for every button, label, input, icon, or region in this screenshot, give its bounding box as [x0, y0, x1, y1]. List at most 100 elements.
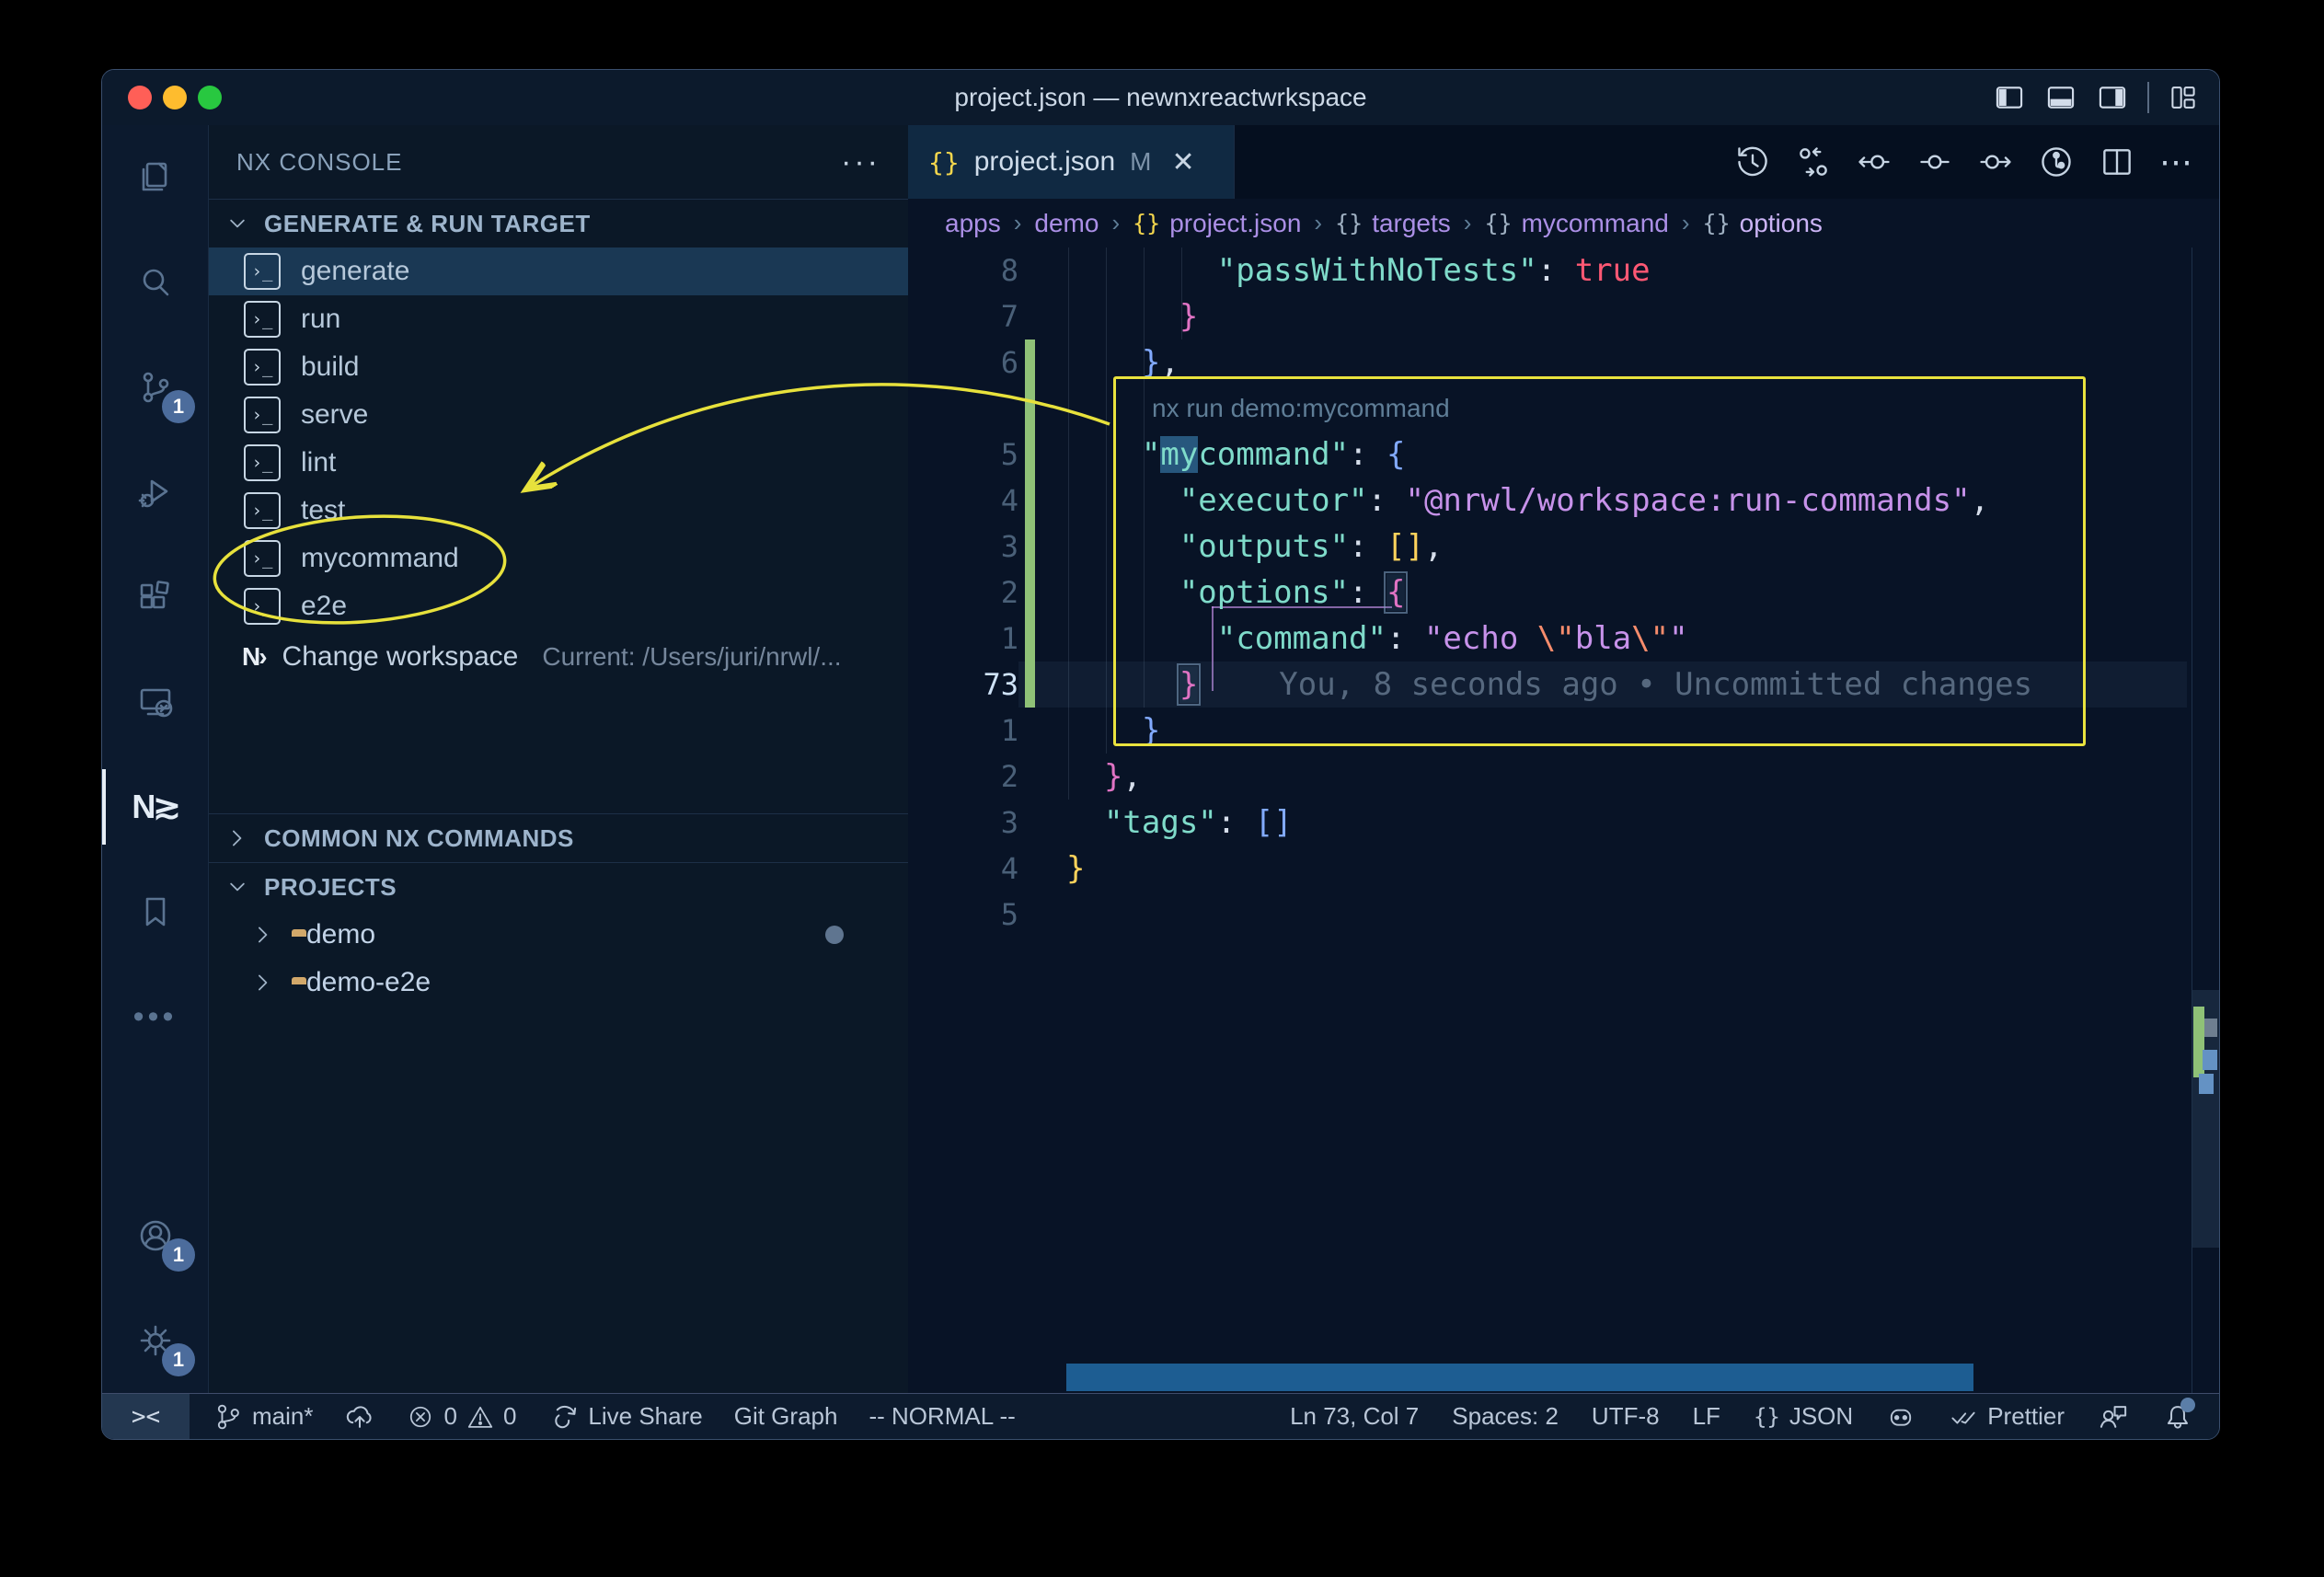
layout-panel-icon[interactable]: [2044, 81, 2077, 114]
line-number: 2: [926, 754, 1018, 800]
horizontal-scrollbar[interactable]: [1066, 1364, 1973, 1391]
activity-item-extensions[interactable]: [102, 545, 208, 650]
error-icon: [407, 1403, 434, 1431]
code-line: 7}: [908, 294, 2219, 340]
section-header-projects[interactable]: PROJECTS: [209, 863, 908, 911]
terminal-icon: ›_: [244, 253, 281, 290]
status-encoding[interactable]: UTF-8: [1592, 1402, 1660, 1431]
activity-item-more[interactable]: •••: [102, 964, 208, 1069]
target-item-serve[interactable]: ›_serve: [209, 391, 908, 439]
sidebar-more-icon[interactable]: ···: [841, 144, 880, 180]
status-indentation[interactable]: Spaces: 2: [1452, 1402, 1559, 1431]
badge: 1: [162, 1238, 195, 1272]
tab-close-icon[interactable]: ✕: [1171, 146, 1194, 178]
customize-layout-icon[interactable]: [2168, 82, 2199, 113]
activity-item-run-debug[interactable]: [102, 440, 208, 545]
window-title: project.json — newnxreactwrkspace: [102, 70, 2219, 125]
status-prettier[interactable]: Prettier: [1949, 1402, 2065, 1432]
sidebar-title: NX CONSOLE: [236, 148, 403, 177]
activity-bar: 1 N≳ ••• 1 1: [102, 125, 209, 1393]
section-header-common-nx-commands[interactable]: COMMON NX COMMANDS: [209, 814, 908, 862]
target-item-lint[interactable]: ›_lint: [209, 439, 908, 487]
commit-graph-icon[interactable]: [2038, 144, 2075, 180]
breadcrumb-item-targets[interactable]: {}targets: [1335, 209, 1451, 238]
terminal-icon: ›_: [244, 397, 281, 433]
code-line: 2},: [908, 754, 2219, 800]
tab-bar: {} project.json M ✕ ⋯: [908, 125, 2219, 199]
editor-group: {} project.json M ✕ ⋯ apps›demo›{}projec…: [908, 125, 2219, 1393]
activity-item-bookmarks[interactable]: [102, 859, 208, 964]
breadcrumb-label: demo: [1034, 209, 1099, 238]
status-vim-mode[interactable]: -- NORMAL --: [869, 1402, 1015, 1431]
common-nx-commands-section[interactable]: COMMON NX COMMANDS: [209, 814, 908, 862]
annotation-highlight-box: [1113, 376, 2086, 746]
overview-ruler-mark: [2203, 1050, 2217, 1070]
line-number: 4: [926, 478, 1018, 524]
layout-sidebar-left-icon[interactable]: [1993, 81, 2026, 114]
section-header-generate-run-target[interactable]: GENERATE & RUN TARGET: [209, 200, 908, 247]
activity-item-accounts[interactable]: 1: [102, 1183, 208, 1288]
layout-sidebar-right-icon[interactable]: [2096, 81, 2129, 114]
target-item-run[interactable]: ›_run: [209, 295, 908, 343]
target-item-build[interactable]: ›_build: [209, 343, 908, 391]
breadcrumb-item-mycommand[interactable]: {}mycommand: [1484, 209, 1668, 238]
target-item-e2e[interactable]: ›_e2e: [209, 582, 908, 630]
json-symbol-icon: {}: [1484, 210, 1512, 236]
code-area[interactable]: 8"passWithNoTests": true7}6},nx run demo…: [908, 247, 2219, 1393]
code-token: }: [1104, 758, 1122, 795]
change-workspace-button[interactable]: N›Change workspaceCurrent: /Users/juri/n…: [209, 630, 908, 684]
target-item-test[interactable]: ›_test: [209, 487, 908, 535]
code-token: "tags": [1104, 804, 1217, 841]
previous-change-icon[interactable]: [1856, 144, 1893, 180]
activity-item-explorer[interactable]: [102, 125, 208, 230]
breadcrumb-item-project-json[interactable]: {}project.json: [1133, 209, 1301, 238]
status-copilot[interactable]: [1886, 1402, 1916, 1432]
more-actions-icon[interactable]: ⋯: [2159, 143, 2195, 181]
status-git-graph[interactable]: Git Graph: [734, 1402, 838, 1431]
activity-item-settings[interactable]: 1: [102, 1288, 208, 1393]
separator: [2147, 82, 2149, 113]
breadcrumb-item-apps[interactable]: apps: [945, 209, 1001, 238]
project-item-demo[interactable]: demo: [209, 911, 908, 959]
status-language-mode[interactable]: {}JSON: [1754, 1402, 1853, 1431]
activity-item-source-control[interactable]: 1: [102, 335, 208, 440]
feedback-icon: [2098, 1401, 2129, 1433]
status-eol[interactable]: LF: [1693, 1402, 1720, 1431]
status-notifications[interactable]: [2162, 1401, 2193, 1433]
status-cursor-position[interactable]: Ln 73, Col 7: [1290, 1402, 1419, 1431]
vscode-window: project.json — newnxreactwrkspace 1 N≳ •••…: [101, 69, 2220, 1440]
target-label: e2e: [301, 591, 347, 622]
target-item-generate[interactable]: ›_generate: [209, 247, 908, 295]
chevron-right-icon: [249, 921, 277, 949]
status-label: 0: [443, 1402, 456, 1431]
split-editor-icon[interactable]: [2099, 144, 2135, 180]
project-label: demo: [306, 919, 375, 950]
activity-item-nx-console[interactable]: N≳: [102, 754, 208, 859]
breadcrumb-item-options[interactable]: {}options: [1703, 209, 1823, 238]
status-sync[interactable]: [344, 1401, 375, 1433]
remote-indicator[interactable]: ><: [102, 1394, 190, 1439]
activity-item-remote-explorer[interactable]: [102, 650, 208, 754]
workbench: 1 N≳ ••• 1 1 NX CONSOLE ··· GENERATE & RUN T…: [102, 125, 2219, 1393]
change-workspace-row[interactable]: N›Change workspaceCurrent: /Users/juri/n…: [209, 630, 908, 684]
breadcrumb-item-demo[interactable]: demo: [1034, 209, 1099, 238]
open-changes-icon[interactable]: [1795, 144, 1832, 180]
status-feedback[interactable]: [2098, 1401, 2129, 1433]
tab-project-json[interactable]: {} project.json M ✕: [908, 125, 1235, 199]
breadcrumb-label: options: [1740, 209, 1823, 238]
project-item-demo-e2e[interactable]: demo-e2e: [209, 959, 908, 1007]
line-content: }: [1066, 294, 1198, 340]
target-item-mycommand[interactable]: ›_mycommand: [209, 535, 908, 582]
activity-item-search[interactable]: [102, 230, 208, 335]
next-change-icon[interactable]: [1977, 144, 2014, 180]
status-git-branch[interactable]: main*: [213, 1402, 313, 1432]
status-problems[interactable]: 00: [407, 1402, 516, 1431]
history-icon[interactable]: [1734, 144, 1771, 180]
status-live-share[interactable]: Live Share: [547, 1401, 702, 1433]
line-content: "tags": []: [1066, 800, 1293, 846]
line-number: 8: [926, 247, 1018, 294]
change-icon[interactable]: [1916, 144, 1953, 180]
code-line: 3"tags": []: [908, 800, 2219, 846]
code-token: ,: [1122, 758, 1141, 795]
title-bar[interactable]: project.json — newnxreactwrkspace: [102, 70, 2219, 125]
